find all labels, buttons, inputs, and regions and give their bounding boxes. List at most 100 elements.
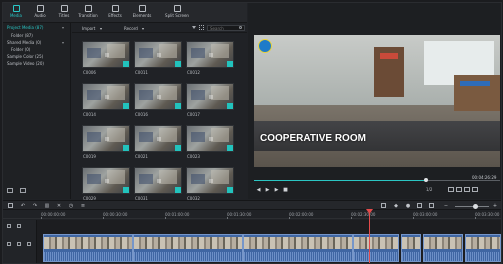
media-thumbnail[interactable]: C0021 — [134, 125, 182, 162]
fullscreen-icon[interactable] — [472, 187, 478, 192]
adjust-icon[interactable]: ≡ — [80, 203, 86, 209]
music-note-icon — [36, 5, 44, 12]
snapshot-icon[interactable] — [417, 203, 422, 208]
library-item-folder[interactable]: Folder (87) — [11, 33, 33, 38]
lock-icon[interactable] — [7, 242, 11, 246]
media-thumbnail[interactable]: C0017 — [186, 83, 234, 120]
video-clip[interactable] — [243, 234, 353, 262]
video-clip[interactable] — [401, 234, 421, 262]
timeline-ruler[interactable]: 00:00:00:00 00:00:30:00 00:01:00:00 00:01:3… — [3, 211, 501, 219]
video-clip[interactable] — [465, 234, 501, 262]
audio-mixer-icon[interactable] — [429, 203, 434, 208]
tab-audio[interactable]: Audio — [29, 5, 51, 21]
zoom-out-icon[interactable]: − — [443, 203, 449, 209]
previous-frame-icon[interactable]: ◀ — [256, 188, 261, 193]
video-clip[interactable] — [133, 234, 243, 262]
thumbnail-caption: C0017 — [187, 112, 200, 117]
video-goods — [380, 53, 398, 59]
new-folder-icon[interactable] — [7, 188, 13, 193]
grid-view-icon[interactable] — [199, 25, 204, 30]
next-frame-icon[interactable]: ▶ — [274, 188, 279, 193]
cut-icon[interactable]: ✕ — [56, 203, 62, 209]
render-icon[interactable] — [381, 203, 386, 208]
tab-effects[interactable]: Effects — [104, 5, 126, 21]
zoom-in-icon[interactable]: + — [492, 203, 498, 209]
ruler-tick: 00:01:30:00 — [227, 212, 252, 219]
thumbnail-image — [134, 83, 182, 110]
media-thumbnail[interactable]: C0011 — [134, 41, 182, 78]
tab-split-screen[interactable]: Split Screen — [164, 5, 190, 21]
library-item-project-media[interactable]: Project Media (87) — [7, 25, 43, 30]
drag-icon — [157, 179, 161, 183]
media-thumbnail[interactable]: C0031 — [134, 167, 182, 204]
audio-waveform — [424, 252, 462, 261]
media-thumbnail[interactable]: C0032 — [186, 167, 234, 204]
folder-icon — [12, 5, 20, 12]
media-thumbnail[interactable]: C0014 — [82, 83, 130, 120]
video-clip[interactable] — [353, 234, 399, 262]
library-item-sample-color[interactable]: Sample Color (25) — [7, 54, 43, 59]
progress-handle[interactable] — [424, 178, 429, 182]
main-toolbar: Media Audio Titles Transition Effects El… — [3, 3, 247, 23]
tab-transition[interactable]: Transition — [77, 5, 99, 21]
media-thumbnail[interactable]: C0023 — [186, 125, 234, 162]
drag-icon — [157, 53, 161, 57]
play-icon[interactable]: ▶ — [265, 188, 270, 193]
layout-icon[interactable] — [8, 203, 13, 208]
snapshot-icon[interactable] — [456, 187, 462, 192]
redo-icon[interactable]: ↷ — [32, 203, 38, 209]
preview-video[interactable]: COOPERATIVE ROOM — [254, 35, 500, 167]
library-item-shared-media[interactable]: Shared Media (0) — [7, 40, 41, 45]
clip-frames — [466, 237, 500, 249]
media-thumbnail[interactable]: C0006 — [82, 41, 130, 78]
video-clip[interactable] — [423, 234, 463, 262]
library-item-shared-folder[interactable]: Folder (0) — [11, 47, 30, 52]
marker-icon[interactable]: ◆ — [393, 203, 399, 209]
preview-progress[interactable] — [254, 178, 500, 182]
folder-icon[interactable] — [20, 188, 26, 193]
record-dropdown[interactable]: Record — [124, 26, 138, 31]
video-clip[interactable] — [43, 234, 133, 262]
thumbnail-image — [82, 125, 130, 152]
zoom-slider[interactable] — [455, 206, 489, 207]
video-caption: COOPERATIVE ROOM — [260, 133, 366, 144]
media-thumbnail[interactable]: C0016 — [134, 83, 182, 120]
media-thumbnail[interactable]: C0019 — [82, 125, 130, 162]
tab-media[interactable]: Media — [5, 5, 27, 21]
chevron-down-icon[interactable]: ▾ — [62, 40, 64, 45]
chevron-down-icon[interactable]: ▾ — [142, 26, 144, 31]
monitor-icon[interactable] — [448, 187, 454, 192]
import-dropdown[interactable]: Import — [82, 26, 95, 31]
chevron-down-icon[interactable]: ▾ — [62, 25, 64, 30]
search-icon[interactable] — [239, 26, 242, 29]
link-icon[interactable] — [17, 224, 21, 228]
eye-icon[interactable] — [17, 242, 21, 246]
voiceover-icon[interactable]: ● — [405, 203, 411, 209]
stop-icon[interactable]: ■ — [283, 188, 288, 193]
preview-tools — [448, 187, 480, 193]
library-actions — [7, 188, 33, 194]
media-thumbnail[interactable]: C0029 — [82, 167, 130, 204]
filter-icon[interactable] — [192, 26, 196, 30]
thumbnail-image — [82, 41, 130, 68]
library-item-sample-video[interactable]: Sample Video (20) — [7, 61, 44, 66]
speed-icon[interactable]: ◷ — [68, 203, 74, 209]
volume-icon[interactable] — [464, 187, 470, 192]
ruler-tick: 00:00:00:00 — [41, 212, 66, 219]
add-track-icon[interactable] — [7, 224, 11, 228]
drag-icon — [209, 95, 213, 99]
delete-icon[interactable]: ▥ — [44, 203, 50, 209]
speaker-icon[interactable] — [27, 242, 31, 246]
undo-icon[interactable]: ↶ — [20, 203, 26, 209]
playhead[interactable] — [369, 211, 370, 263]
search-input[interactable] — [208, 26, 238, 30]
timecode: 00:04:26:29 — [472, 175, 497, 180]
drag-icon — [105, 137, 109, 141]
media-library: Import ▾ Record ▾ C0006 C0011 C0012 C0014 C0… — [72, 23, 247, 201]
chevron-down-icon[interactable]: ▾ — [100, 26, 102, 31]
zoom-handle[interactable] — [473, 204, 478, 209]
tab-elements[interactable]: Elements — [131, 5, 153, 21]
tab-titles[interactable]: Titles — [53, 5, 75, 21]
media-thumbnail[interactable]: C0012 — [186, 41, 234, 78]
quality-dropdown[interactable]: 1/2 — [426, 187, 432, 192]
